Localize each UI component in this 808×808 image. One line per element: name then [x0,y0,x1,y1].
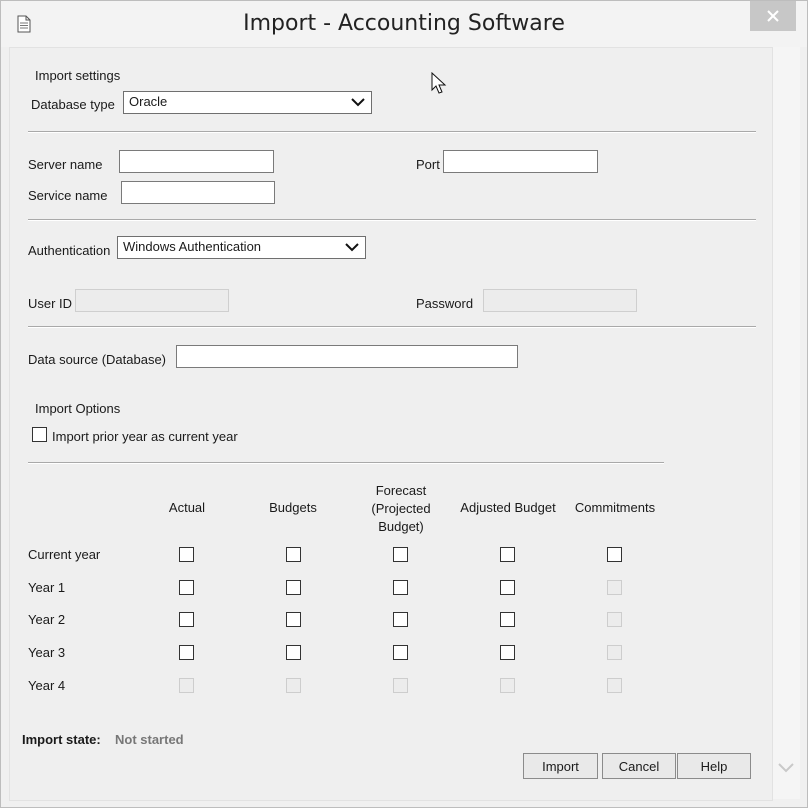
prior-year-checkbox[interactable] [32,427,47,442]
database-type-value: Oracle [129,94,168,109]
column-header-adjusted-budget: Adjusted Budget [460,500,556,515]
chevron-down-icon[interactable] [777,762,795,774]
separator [28,326,756,328]
database-type-select[interactable]: Oracle [123,91,372,114]
grid-checkbox[interactable] [286,645,301,660]
separator [28,131,756,133]
grid-checkbox [500,678,515,693]
separator [28,219,756,221]
data-source-label: Data source (Database) [28,352,167,367]
grid-checkbox[interactable] [393,580,408,595]
grid-checkbox[interactable] [286,580,301,595]
grid-checkbox[interactable] [500,645,515,660]
grid-checkbox [607,645,622,660]
data-source-input[interactable] [176,345,518,368]
grid-checkbox[interactable] [500,547,515,562]
grid-checkbox [393,678,408,693]
mouse-pointer-icon [431,72,447,94]
grid-checkbox[interactable] [179,547,194,562]
column-header-actual: Actual [168,500,206,515]
grid-checkbox[interactable] [393,645,408,660]
chevron-down-icon [351,98,365,107]
column-header-commitments: Commitments [574,500,656,515]
chevron-down-icon [345,243,359,252]
password-label: Password [416,296,474,311]
user-id-input [75,289,229,312]
grid-checkbox[interactable] [607,547,622,562]
grid-checkbox [607,678,622,693]
grid-checkbox [179,678,194,693]
import-button[interactable]: Import [523,753,598,779]
help-button[interactable]: Help [677,753,751,779]
import-state-value: Not started [115,732,184,747]
port-input[interactable] [443,150,598,173]
separator [28,462,664,464]
row-label-year-4: Year 4 [28,678,66,693]
column-header-budgets: Budgets [269,500,317,515]
port-label: Port [416,157,440,172]
grid-checkbox[interactable] [179,645,194,660]
grid-checkbox[interactable] [500,580,515,595]
authentication-label: Authentication [28,243,111,258]
import-settings-heading: Import settings [35,68,121,83]
authentication-select[interactable]: Windows Authentication [117,236,366,259]
service-name-input[interactable] [121,181,275,204]
grid-checkbox[interactable] [393,612,408,627]
grid-checkbox[interactable] [179,580,194,595]
server-name-input[interactable] [119,150,274,173]
import-state-label: Import state: [22,732,101,747]
row-label-year-2: Year 2 [28,612,66,627]
prior-year-label: Import prior year as current year [52,429,238,444]
service-name-label: Service name [28,188,108,203]
scrollbar-track[interactable] [772,47,800,799]
user-id-label: User ID [28,296,73,311]
database-type-label: Database type [31,97,115,112]
close-button[interactable] [750,1,796,31]
grid-checkbox [607,612,622,627]
grid-checkbox[interactable] [179,612,194,627]
authentication-value: Windows Authentication [123,239,262,254]
import-dialog: Import - Accounting Software Import sett… [0,0,808,808]
server-name-label: Server name [28,157,103,172]
title-bar: Import - Accounting Software [1,1,807,47]
grid-checkbox [607,580,622,595]
grid-checkbox[interactable] [286,612,301,627]
column-header-forecast: Forecast (Projected Budget) [371,483,431,534]
password-input [483,289,637,312]
row-label-current-year: Current year [28,547,101,562]
close-icon [767,10,779,22]
grid-checkbox[interactable] [500,612,515,627]
grid-checkbox[interactable] [286,547,301,562]
import-options-heading: Import Options [35,401,121,416]
row-label-year-3: Year 3 [28,645,66,660]
grid-checkbox[interactable] [393,547,408,562]
window-title: Import - Accounting Software [243,11,565,36]
row-label-year-1: Year 1 [28,580,66,595]
grid-checkbox [286,678,301,693]
cancel-button[interactable]: Cancel [602,753,676,779]
